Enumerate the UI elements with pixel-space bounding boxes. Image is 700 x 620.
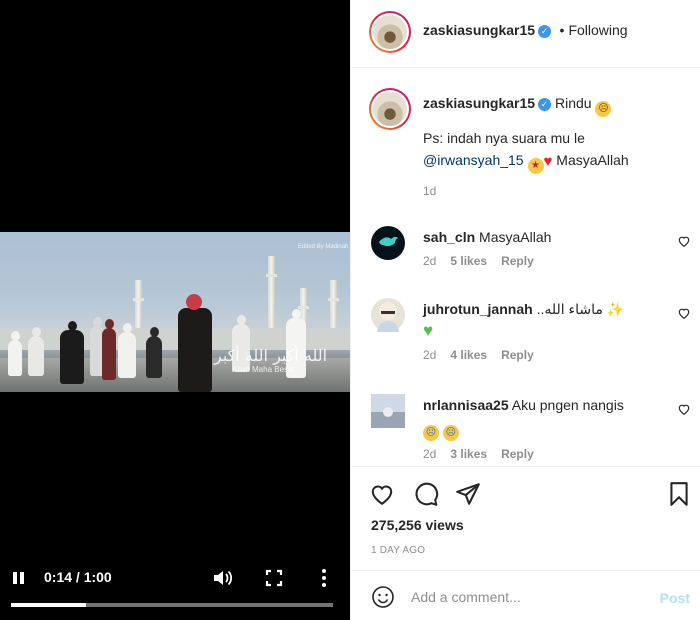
crying-face-emoji-icon: ☹ bbox=[423, 425, 439, 441]
view-count[interactable]: 275,256 views bbox=[371, 517, 464, 533]
video-subtitle-latin: Allah Maha Besar bbox=[232, 365, 296, 374]
pilgrim bbox=[146, 327, 162, 378]
comment-age: 2d bbox=[423, 447, 437, 461]
comment-input[interactable] bbox=[411, 583, 641, 611]
red-headscarf bbox=[186, 294, 202, 310]
comment-avatar[interactable] bbox=[371, 298, 405, 332]
comment-avatar[interactable] bbox=[371, 226, 405, 260]
red-heart-emoji-icon: ♥ bbox=[543, 153, 553, 170]
comment-likes[interactable]: 3 likes bbox=[450, 447, 487, 461]
heart-icon[interactable] bbox=[369, 481, 395, 507]
sky bbox=[0, 232, 350, 292]
comment-age: 2d bbox=[423, 254, 437, 268]
following-button[interactable]: Following bbox=[568, 22, 627, 38]
caption-line-1: zaskiasungkar15 ✓ Rindu ☹ bbox=[423, 92, 688, 117]
crying-emoji-row: ☹ ☹ bbox=[423, 416, 653, 441]
comment-meta: 2d 4 likes Reply bbox=[423, 348, 653, 362]
video-time: 0:14 / 1:00 bbox=[44, 569, 112, 585]
caption-line-2: Ps: indah nya suara mu le bbox=[423, 130, 585, 146]
green-heart-emoji-icon: ♥ bbox=[423, 321, 434, 340]
comment-bubble-icon[interactable] bbox=[413, 481, 439, 507]
comment-likes[interactable]: 4 likes bbox=[450, 348, 487, 362]
comment-likes[interactable]: 5 likes bbox=[450, 254, 487, 268]
post-author-username[interactable]: zaskiasungkar15 bbox=[423, 22, 535, 38]
minaret bbox=[266, 256, 277, 336]
post-caption: zaskiasungkar15 ✓ Rindu ☹ Ps: indah nya s… bbox=[423, 92, 688, 198]
caption-line-3: @irwansyah_15 ★ ♥ MasyaAllah bbox=[423, 149, 688, 174]
caption-username[interactable]: zaskiasungkar15 bbox=[423, 95, 535, 111]
pilgrim bbox=[8, 331, 22, 376]
comment-avatar[interactable] bbox=[371, 394, 405, 428]
verified-badge-icon: ✓ bbox=[538, 25, 552, 38]
post-actions: 275,256 views 1 DAY AGO bbox=[351, 466, 700, 570]
reply-button[interactable]: Reply bbox=[501, 254, 534, 268]
caption-avatar[interactable] bbox=[369, 88, 411, 130]
smiley-icon[interactable] bbox=[371, 585, 395, 609]
volume-icon[interactable] bbox=[212, 569, 234, 587]
video-player[interactable]: Edited By Madinah الله أكبر الله أكبر Al… bbox=[0, 0, 350, 620]
separator: • bbox=[559, 22, 565, 38]
bookmark-icon[interactable] bbox=[666, 481, 692, 507]
comment-text: MasyaAllah bbox=[479, 229, 552, 245]
video-subtitle-arabic: الله أكبر الله أكبر bbox=[214, 346, 328, 365]
paper-plane-icon[interactable] bbox=[455, 481, 481, 507]
video-watermark: Edited By Madinah bbox=[298, 244, 349, 250]
comment-text: Aku pngen nangis bbox=[511, 397, 624, 413]
video-progress-fill bbox=[11, 603, 87, 607]
comment-username[interactable]: juhrotun_jannah bbox=[423, 301, 533, 317]
post-timestamp: 1 DAY AGO bbox=[371, 545, 426, 556]
comment-body: sah_cln MasyaAllah 2d 5 likes Reply bbox=[423, 226, 653, 268]
caption-mention-link[interactable]: @irwansyah_15 bbox=[423, 152, 524, 168]
comment-meta: 2d 5 likes Reply bbox=[423, 254, 653, 268]
pilgrim bbox=[102, 319, 116, 380]
comment-username[interactable]: nrlannisaa25 bbox=[423, 397, 509, 413]
comment-text: ..ماشاء الله bbox=[536, 301, 603, 317]
add-comment-bar: Post bbox=[351, 570, 700, 620]
caption-text: Rindu bbox=[554, 95, 592, 111]
heart-icon[interactable] bbox=[677, 306, 691, 320]
fullscreen-icon[interactable] bbox=[265, 569, 283, 587]
heart-icon[interactable] bbox=[677, 402, 691, 416]
pause-icon[interactable] bbox=[10, 570, 28, 586]
caption-tail: MasyaAllah bbox=[556, 152, 629, 168]
avatar[interactable] bbox=[369, 11, 411, 53]
pilgrim bbox=[118, 323, 136, 378]
verified-badge-icon: ✓ bbox=[538, 98, 552, 111]
reply-button[interactable]: Reply bbox=[501, 348, 534, 362]
comment-body: juhrotun_jannah ..ماشاء الله ✨ ♥ 2d 4 lik… bbox=[423, 298, 653, 362]
post-header-text: zaskiasungkar15 ✓ • Following bbox=[423, 22, 628, 40]
video-frame[interactable] bbox=[0, 232, 350, 392]
post-side-panel: zaskiasungkar15 ✓ • Following zaskiasungka… bbox=[350, 0, 700, 620]
crying-face-emoji-icon: ☹ bbox=[442, 425, 459, 441]
caption-age: 1d bbox=[423, 184, 437, 198]
heart-icon[interactable] bbox=[677, 234, 691, 248]
comment-age: 2d bbox=[423, 348, 437, 362]
sad-face-emoji-icon: ☹ bbox=[595, 101, 612, 117]
video-controls: 0:14 / 1:00 bbox=[0, 560, 350, 620]
video-progress-bar[interactable] bbox=[11, 603, 333, 607]
comment-body: nrlannisaa25 Aku pngen nangis ☹ ☹ 2d 3 li… bbox=[423, 394, 653, 461]
comment-meta: 2d 3 likes Reply bbox=[423, 447, 653, 461]
comment-username[interactable]: sah_cln bbox=[423, 229, 475, 245]
post-comment-button[interactable]: Post bbox=[660, 590, 690, 606]
post-header: zaskiasungkar15 ✓ • Following bbox=[351, 0, 700, 68]
reply-button[interactable]: Reply bbox=[501, 447, 534, 461]
sparkle-emoji-icon: ✨ bbox=[606, 301, 625, 317]
more-vertical-icon[interactable] bbox=[318, 568, 330, 588]
pilgrim-foreground bbox=[178, 299, 212, 392]
pilgrim bbox=[28, 327, 44, 376]
pilgrim bbox=[60, 321, 84, 384]
star-struck-emoji-icon: ★ bbox=[527, 158, 544, 174]
